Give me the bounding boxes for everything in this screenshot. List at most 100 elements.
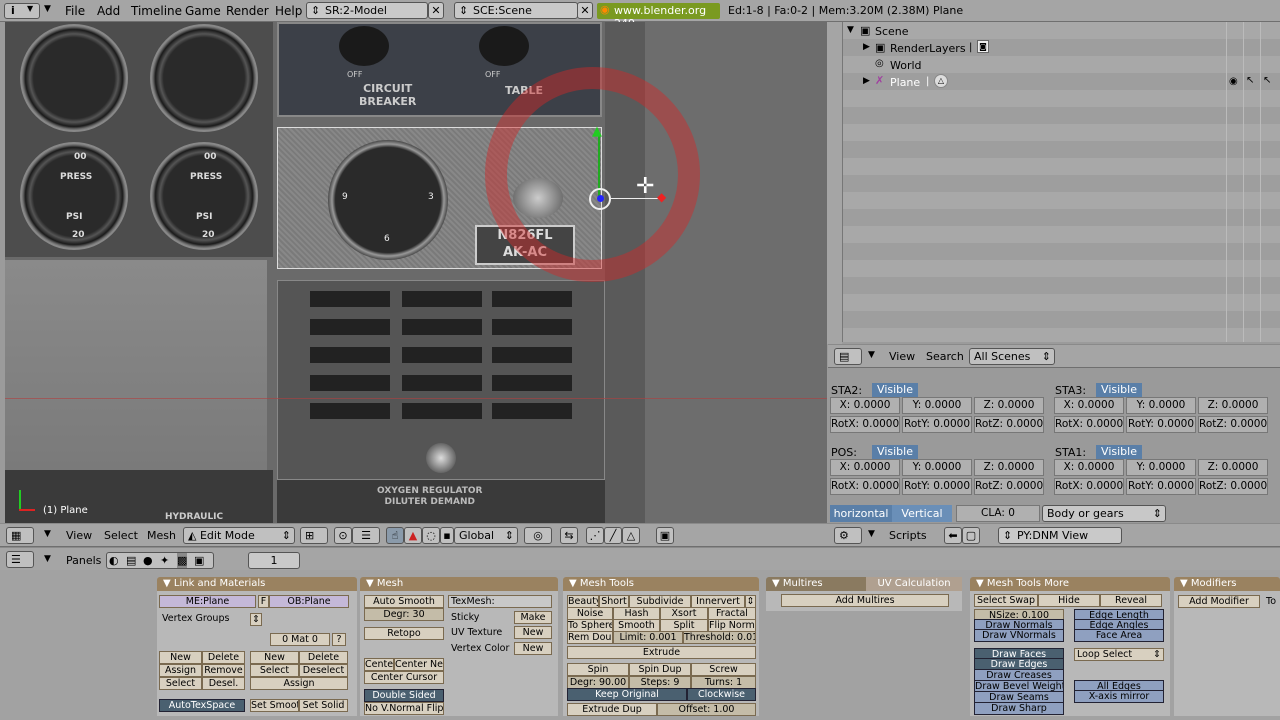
sta3-y-field[interactable]: Y: 0.0000 <box>1126 397 1196 414</box>
extrude-dup-button[interactable]: Extrude Dup <box>567 703 657 716</box>
editing-icon[interactable]: ▩ <box>177 553 188 568</box>
no-vnormal-flip-toggle[interactable]: No V.Normal Flip <box>364 702 444 715</box>
menu-view[interactable]: View <box>66 529 92 542</box>
editor-type-selector[interactable]: ▦ <box>6 527 34 544</box>
texmesh-field[interactable]: TexMesh: <box>448 595 552 608</box>
center-button[interactable]: Center <box>364 658 394 671</box>
material-deselect-button[interactable]: Deselect <box>299 664 348 677</box>
expand-arrow-icon[interactable]: ▼ <box>847 25 854 35</box>
set-smooth-button[interactable]: Set Smooth <box>250 699 299 712</box>
hide-button[interactable]: Hide <box>1038 594 1100 607</box>
uv-texture-new-button[interactable]: New <box>514 626 552 639</box>
menu-mesh[interactable]: Mesh <box>147 529 176 542</box>
pos-rotx-field[interactable]: RotX: 0.0000 <box>830 478 900 495</box>
frame-field[interactable]: 1 <box>248 552 300 569</box>
layers-button[interactable]: ☰ <box>352 527 380 544</box>
spin-dup-button[interactable]: Spin Dup <box>629 663 691 676</box>
draw-sharp-toggle[interactable]: Draw Sharp <box>974 702 1064 715</box>
fake-user-button[interactable]: F <box>258 595 269 608</box>
sta1-roty-field[interactable]: RotY: 0.0000 <box>1126 478 1196 495</box>
material-new-button[interactable]: New <box>250 651 299 664</box>
vgroup-delete-button[interactable]: Delete <box>202 651 245 664</box>
edge-select-mode[interactable]: ╱ <box>604 527 622 544</box>
threshold-field[interactable]: Threshold: 0.010 <box>683 631 756 644</box>
mesh-data-icon[interactable]: △ <box>934 74 948 88</box>
sta1-rotz-field[interactable]: RotZ: 0.0000 <box>1198 478 1268 495</box>
remove-doubles-button[interactable]: Rem Doubl <box>567 631 613 644</box>
logic-icon[interactable]: ◐ <box>109 553 119 568</box>
snap-toggle[interactable]: ⇆ <box>560 527 578 544</box>
sta3-visible-toggle[interactable]: Visible <box>1096 383 1142 397</box>
menu-add[interactable]: Add <box>97 4 120 18</box>
expand-arrow-icon[interactable]: ▶ <box>863 76 870 86</box>
expand-arrow-icon[interactable]: ▶ <box>863 42 870 52</box>
sta2-rotz-field[interactable]: RotZ: 0.0000 <box>974 416 1044 433</box>
collapse-menu-icon[interactable]: ▼ <box>44 554 51 564</box>
scene-icon[interactable]: ▣ <box>194 553 204 568</box>
vgroup-select-button[interactable]: Select <box>159 677 202 690</box>
sta2-x-field[interactable]: X: 0.0000 <box>830 397 900 414</box>
sta1-x-field[interactable]: X: 0.0000 <box>1054 459 1124 476</box>
menu-search[interactable]: Search <box>926 350 964 363</box>
body-gears-select[interactable]: Body or gears ⇕ <box>1042 505 1166 522</box>
sta2-roty-field[interactable]: RotY: 0.0000 <box>902 416 972 433</box>
mesh-datablock-field[interactable]: ME:Plane <box>159 595 256 608</box>
menu-help[interactable]: Help <box>275 4 302 18</box>
x-axis-mirror-toggle[interactable]: X-axis mirror <box>1074 690 1164 703</box>
center-cursor-button[interactable]: Center Cursor <box>364 671 444 684</box>
scene-delete-button[interactable]: ✕ <box>577 2 593 19</box>
sta2-z-field[interactable]: Z: 0.0000 <box>974 397 1044 414</box>
vertex-group-menu[interactable]: ⇕ <box>250 613 262 626</box>
vgroup-assign-button[interactable]: Assign <box>159 664 202 677</box>
back-button[interactable]: ⬅ <box>944 527 962 544</box>
outliner-item-scene[interactable]: Scene <box>875 25 909 38</box>
screen-selector[interactable]: ⇕ SR:2-Model <box>306 2 428 19</box>
scene-selector[interactable]: ⇕ SCE:Scene <box>454 2 578 19</box>
menu-timeline[interactable]: Timeline <box>131 4 182 18</box>
autotexspace-toggle[interactable]: AutoTexSpace <box>159 699 245 712</box>
draw-type-select[interactable]: ⊞ <box>300 527 328 544</box>
pos-y-field[interactable]: Y: 0.0000 <box>902 459 972 476</box>
scale-button[interactable]: ▪ <box>440 527 454 544</box>
vgroup-deselect-button[interactable]: Desel. <box>202 677 245 690</box>
sta3-z-field[interactable]: Z: 0.0000 <box>1198 397 1268 414</box>
sta1-rotx-field[interactable]: RotX: 0.0000 <box>1054 478 1124 495</box>
retopo-toggle[interactable]: Retopo <box>364 627 444 640</box>
material-help-button[interactable]: ? <box>332 633 346 646</box>
editor-type-selector[interactable]: ☰ <box>6 551 34 568</box>
editor-type-selector[interactable]: ⚙ <box>834 527 862 544</box>
material-delete-button[interactable]: Delete <box>299 651 348 664</box>
sticky-make-button[interactable]: Make <box>514 611 552 624</box>
set-solid-button[interactable]: Set Solid <box>299 699 348 712</box>
menu-game[interactable]: Game <box>185 4 221 18</box>
vertex-color-new-button[interactable]: New <box>514 642 552 655</box>
spin-button[interactable]: Spin <box>567 663 629 676</box>
select-arrow-icon[interactable]: ↖ <box>1246 75 1254 86</box>
pos-z-field[interactable]: Z: 0.0000 <box>974 459 1044 476</box>
3d-viewport[interactable]: PRESS PSI 20 00 PRESS PSI 20 00 OFF OFF … <box>5 22 827 523</box>
center-new-button[interactable]: Center Ne <box>394 658 444 671</box>
extrude-button[interactable]: Extrude <box>567 646 756 659</box>
clockwise-toggle[interactable]: Clockwise <box>687 688 756 701</box>
menu-render[interactable]: Render <box>226 4 269 18</box>
sta1-z-field[interactable]: Z: 0.0000 <box>1198 459 1268 476</box>
eye-icon[interactable]: ◉ <box>1229 76 1238 87</box>
vertical-toggle[interactable]: Vertical <box>892 505 952 522</box>
vgroup-new-button[interactable]: New <box>159 651 202 664</box>
panel-title-link[interactable]: ▼ Link and Materials <box>157 577 357 591</box>
y-arrow-icon[interactable]: ▲ <box>592 124 602 139</box>
menu-file[interactable]: File <box>65 4 85 18</box>
double-sided-toggle[interactable]: Double Sided <box>364 689 444 702</box>
sta3-x-field[interactable]: X: 0.0000 <box>1054 397 1124 414</box>
render-preview-button[interactable]: ▣ <box>656 527 674 544</box>
add-modifier-button[interactable]: Add Modifier <box>1178 595 1260 608</box>
outliner-item-world[interactable]: World <box>890 59 922 72</box>
loop-select-menu[interactable]: Loop Select ⇕ <box>1074 648 1164 661</box>
sta2-y-field[interactable]: Y: 0.0000 <box>902 397 972 414</box>
pos-roty-field[interactable]: RotY: 0.0000 <box>902 478 972 495</box>
offset-field[interactable]: Offset: 1.00 <box>657 703 756 716</box>
sta3-roty-field[interactable]: RotY: 0.0000 <box>1126 416 1196 433</box>
auto-smooth-toggle[interactable]: Auto Smooth <box>364 595 444 608</box>
panel-title-mesh-tools-more[interactable]: ▼ Mesh Tools More <box>970 577 1170 591</box>
z-axis-dot[interactable] <box>597 195 604 202</box>
